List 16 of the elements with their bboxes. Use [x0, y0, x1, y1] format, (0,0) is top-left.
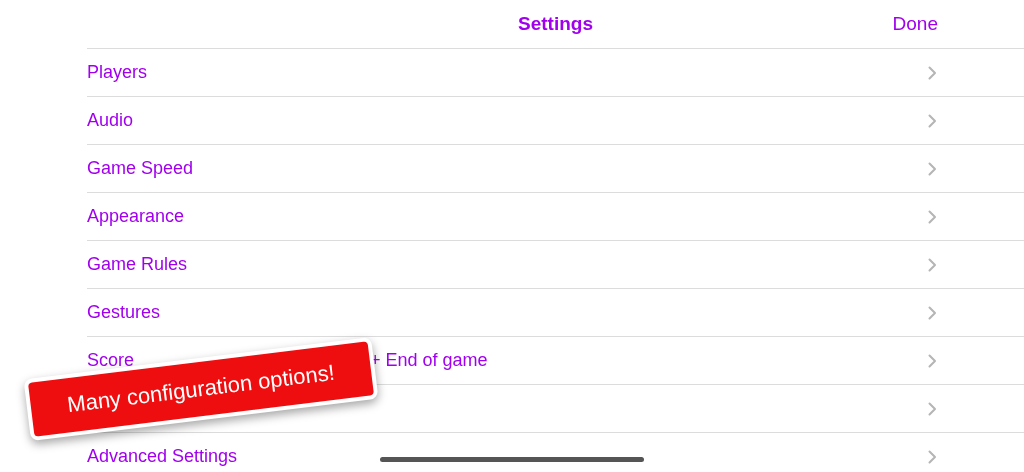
row-label: Players [87, 62, 148, 83]
row-label: Gestures [87, 302, 161, 323]
done-button[interactable]: Done [892, 13, 938, 35]
settings-row[interactable]: Players [87, 49, 1024, 97]
row-label: Score [87, 350, 135, 371]
row-label: Audio [87, 110, 134, 131]
row-label: Game Rules [87, 254, 188, 275]
row-label: Game Speed [87, 158, 194, 179]
screen-title: Settings [518, 13, 593, 35]
settings-row[interactable]: Gestures [87, 289, 1024, 337]
settings-row[interactable]: Appearance [87, 193, 1024, 241]
row-label: Appearance [87, 206, 185, 227]
settings-row[interactable]: Game Rules [87, 241, 1024, 289]
settings-row[interactable]: Audio [87, 97, 1024, 145]
row-label: Advanced Settings [87, 446, 238, 467]
settings-row[interactable]: Game Speed [87, 145, 1024, 193]
